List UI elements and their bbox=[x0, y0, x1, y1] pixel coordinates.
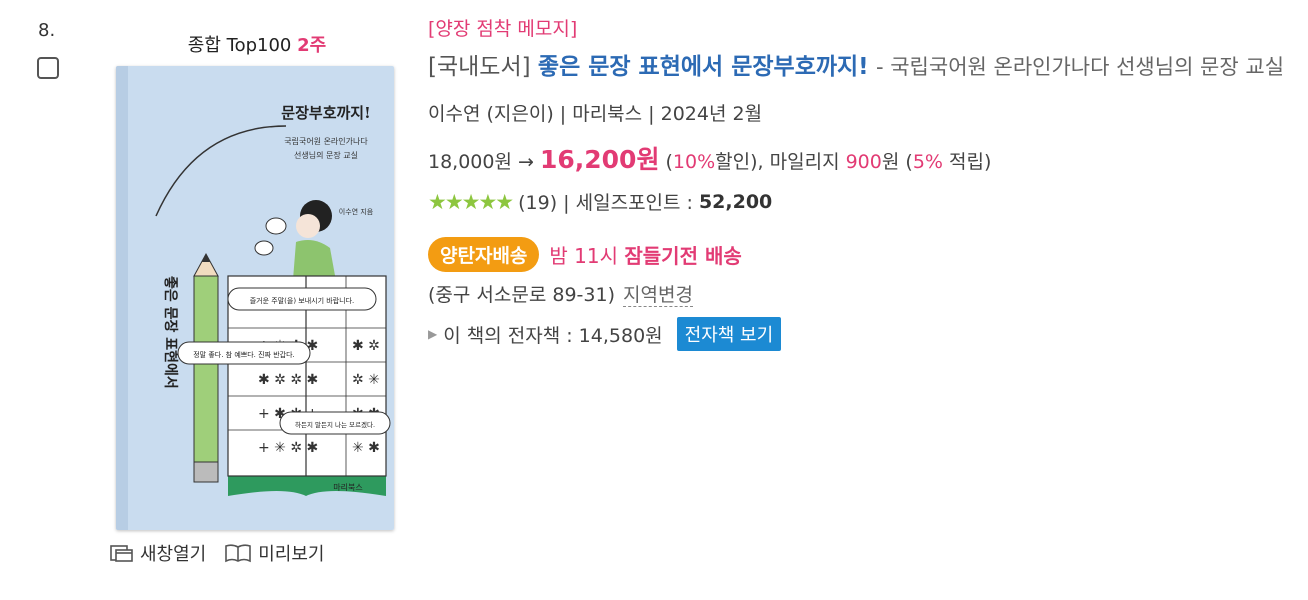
ebook-price: 이 책의 전자책 : 14,580원 bbox=[443, 324, 663, 347]
rank-badge: 종합 Top100 2주 bbox=[112, 31, 402, 57]
cover-bubble-1: 즐거운 주말(을) 보내시기 바랍니다. bbox=[250, 296, 355, 305]
cover-bubble-3: 하든지 말든지 나는 모르겠다. bbox=[295, 420, 375, 429]
delivery-address: (중구 서소문로 89-31) bbox=[428, 284, 615, 306]
change-region-link[interactable]: 지역변경 bbox=[623, 284, 693, 307]
book-info: [양장 점착 메모지] [국내도서] 좋은 문장 표현에서 문장부호까지! - … bbox=[428, 14, 1298, 351]
svg-text:✲ ✳: ✲ ✳ bbox=[352, 372, 380, 388]
mileage-rate-open: ( bbox=[905, 151, 913, 173]
svg-text:✳ ✱: ✳ ✱ bbox=[352, 440, 380, 456]
rank-weeks: 2주 bbox=[297, 35, 327, 56]
discount-open: ( bbox=[665, 151, 673, 173]
mileage-amount: 900 bbox=[845, 151, 882, 173]
delivery-time: 밤 11시 bbox=[549, 244, 619, 268]
address-line: (중구 서소문로 89-31) 지역변경 bbox=[428, 280, 1298, 307]
rank-label: 종합 Top100 bbox=[187, 35, 292, 56]
cover-subtitle-2: 선생님의 문장 교실 bbox=[294, 150, 358, 160]
discount-rate: 10% bbox=[672, 151, 716, 173]
cover-publisher: 마리북스 bbox=[333, 483, 362, 492]
svg-text:✱ ✲ ✲ ✱: ✱ ✲ ✲ ✱ bbox=[258, 372, 318, 388]
delivery-badge: 양탄자배송 bbox=[428, 237, 540, 272]
preview-label: 미리보기 bbox=[258, 544, 325, 565]
cover-spine-title: 좋은 문장 표현에서 bbox=[162, 276, 179, 389]
book-subtitle: - 국립국어원 온라인가나다 선생님의 문장 교실 bbox=[875, 55, 1285, 79]
book-title-link[interactable]: 좋은 문장 표현에서 문장부호까지! bbox=[538, 54, 869, 80]
new-window-icon bbox=[110, 545, 133, 562]
ebook-line: ▶ 이 책의 전자책 : 14,580원 전자책 보기 bbox=[428, 317, 1298, 351]
book-cover-image[interactable]: 문장부호까지! 국립국어원 온라인가나다 선생님의 문장 교실 이수연 지음 좋… bbox=[116, 66, 394, 530]
gift-tag[interactable]: [양장 점착 메모지] bbox=[428, 14, 1298, 41]
book-title-line: [국내도서] 좋은 문장 표현에서 문장부호까지! - 국립국어원 온라인가나다… bbox=[428, 49, 1298, 85]
cover-author: 이수연 지음 bbox=[339, 207, 374, 216]
list-price: 18,000원 → bbox=[428, 151, 534, 173]
new-window-button[interactable]: 새창열기 bbox=[110, 540, 206, 566]
mileage-rate: 5% bbox=[912, 151, 943, 173]
cover-title: 문장부호까지! bbox=[281, 104, 370, 122]
bullet-triangle-icon: ▶ bbox=[428, 327, 438, 341]
rating-line: ★★★★★ (19) | 세일즈포인트 : 52,200 bbox=[428, 188, 1298, 215]
discount-close: 할인), bbox=[715, 151, 764, 173]
select-checkbox[interactable] bbox=[37, 57, 59, 79]
review-count[interactable]: (19) | 세일즈포인트 : bbox=[518, 188, 693, 215]
cover-bubble-2: 정말 좋다. 참 예쁘다. 진짜 반갑다. bbox=[193, 350, 295, 359]
book-authors: 이수연 (지은이) | 마리북스 | 2024년 2월 bbox=[428, 103, 763, 125]
book-cover-illustration: 문장부호까지! 국립국어원 온라인가나다 선생님의 문장 교실 이수연 지음 좋… bbox=[116, 66, 394, 530]
svg-text:+ ✳ ✲ ✱: + ✳ ✲ ✱ bbox=[258, 440, 318, 456]
price-line: 18,000원 → 16,200원 (10%할인), 마일리지 900원 (5%… bbox=[428, 140, 1298, 176]
book-open-icon bbox=[225, 544, 252, 563]
sales-point: 52,200 bbox=[698, 190, 773, 213]
mileage-label: 마일리지 bbox=[769, 151, 840, 173]
delivery-info: 밤 11시 잠들기전 배송 bbox=[549, 240, 741, 269]
svg-text:✱ ✲: ✱ ✲ bbox=[352, 338, 380, 354]
cover-actions: 새창열기 미리보기 bbox=[110, 540, 325, 566]
new-window-label: 새창열기 bbox=[140, 544, 207, 565]
rank-number: 8. bbox=[38, 20, 56, 41]
sale-price: 16,200원 bbox=[539, 145, 660, 174]
ebook-view-button[interactable]: 전자책 보기 bbox=[676, 317, 782, 351]
mileage-unit: 원 bbox=[881, 151, 900, 173]
mileage-rate-close: 적립) bbox=[949, 151, 992, 173]
delivery-line: 양탄자배송 밤 11시 잠들기전 배송 bbox=[428, 237, 1298, 272]
delivery-note: 잠들기전 배송 bbox=[624, 244, 742, 268]
star-rating-icon: ★★★★★ bbox=[428, 189, 514, 214]
preview-button[interactable]: 미리보기 bbox=[224, 540, 325, 566]
book-category: [국내도서] bbox=[428, 54, 531, 80]
cover-subtitle-1: 국립국어원 온라인가나다 bbox=[284, 136, 368, 146]
